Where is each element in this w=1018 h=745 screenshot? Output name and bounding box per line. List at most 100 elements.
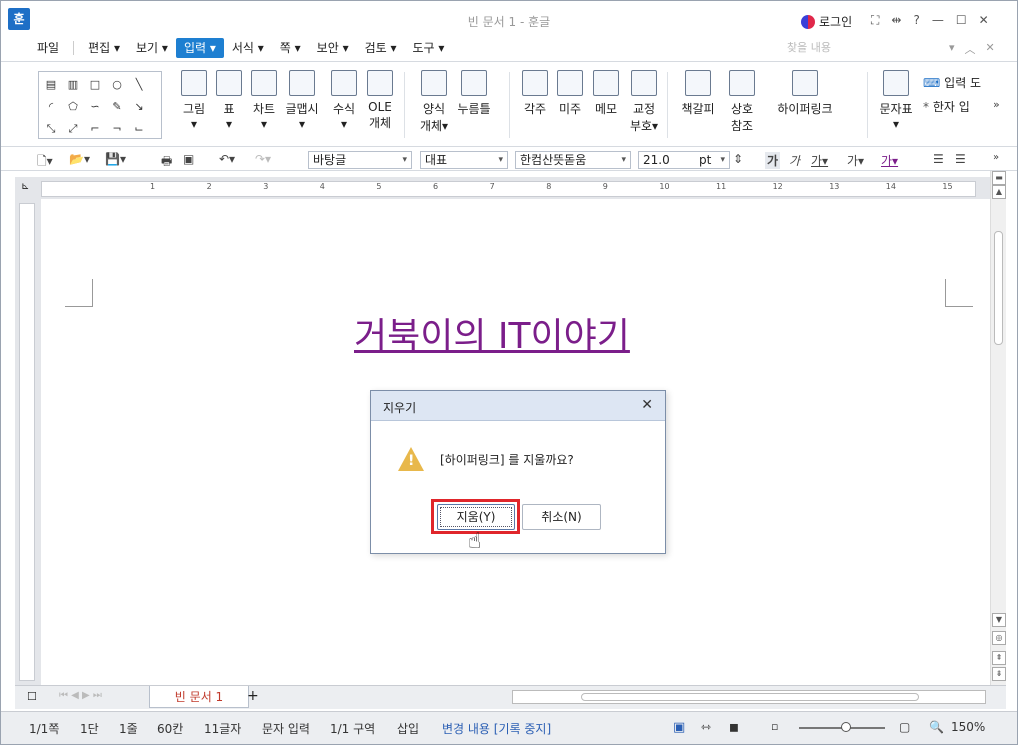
close-icon[interactable]: ✕ (641, 397, 653, 413)
zoom-out-icon[interactable]: ▫ (771, 720, 778, 733)
undo-icon[interactable]: ↶▾ (219, 152, 235, 166)
tab-list-icon[interactable]: ☐ (27, 690, 37, 703)
document-title-link[interactable]: 거북이의 IT이야기 (354, 307, 630, 359)
vertical-scrollbar[interactable]: ▬ ▲ ▼ ◎ ⇞ ⇟ (990, 171, 1006, 685)
zoom-in-icon[interactable]: ▢ (899, 720, 910, 734)
status-page[interactable]: 1/1쪽 (29, 720, 59, 737)
horizontal-scrollbar[interactable] (512, 690, 986, 704)
shape-gallery[interactable]: ▤ ▥ □ ○ ╲ ◜ ⬠ ∽ ✎ ↘ ⤡ ⤢ ⌐ ¬ ⌙ (38, 71, 162, 139)
menu-item-5[interactable]: 쪽 ▾ (272, 38, 309, 58)
polygon-icon[interactable]: ⬠ (63, 97, 83, 117)
full-view-icon[interactable]: ◼ (729, 720, 739, 734)
menu-item-4[interactable]: 서식 ▾ (224, 38, 272, 58)
toolbar-expand-icon[interactable]: » (993, 152, 999, 163)
arc-icon[interactable]: ◜ (41, 97, 61, 117)
font-color-icon[interactable]: 가▾ (881, 152, 898, 169)
ribbon-button-3[interactable]: 글맵시 ▾ (285, 70, 319, 131)
ribbon-button-12[interactable]: 책갈피 (681, 70, 715, 117)
menu-item-7[interactable]: 검토 ▾ (357, 38, 405, 58)
ribbon-button-7[interactable]: 누름틀 (457, 70, 491, 117)
align-justify-icon[interactable]: ☰ (933, 152, 944, 166)
resize-icon[interactable]: ⇹ (891, 13, 901, 28)
vertical-ruler[interactable] (15, 199, 41, 685)
minimize-icon[interactable]: — (932, 13, 944, 28)
chevron-up-icon[interactable]: ︿ (965, 41, 976, 57)
style-select[interactable]: 바탕글 (308, 151, 412, 169)
zoom-level[interactable]: 150% (951, 720, 985, 734)
size-stepper-icon[interactable]: ⇕ (733, 152, 743, 166)
scroll-thumb[interactable] (581, 693, 919, 701)
elbow-connector-icon[interactable]: ⌐ (85, 119, 105, 139)
menu-item-3[interactable]: 입력 ▾ (175, 38, 224, 58)
close-icon[interactable]: ✕ (986, 41, 995, 57)
menu-item-0[interactable]: 파일 (29, 38, 67, 58)
bold-icon[interactable]: 가 (765, 152, 781, 169)
ribbon-button-1[interactable]: 표 ▾ (212, 70, 246, 131)
ribbon-button-11[interactable]: 교정 부호▾ (627, 70, 661, 134)
status-insert[interactable]: 삽입 (397, 720, 419, 737)
line-icon[interactable]: ╲ (129, 75, 149, 95)
ribbon-button-4[interactable]: 수식 ▾ (327, 70, 361, 131)
ruler-corner-icon[interactable]: ⊾ (21, 181, 29, 192)
ribbon-button-10[interactable]: 메모 (589, 70, 623, 117)
menu-item-2[interactable]: 보기 ▾ (128, 38, 176, 58)
scroll-down-icon[interactable]: ▼ (992, 613, 1006, 627)
print-icon[interactable]: 🖶 (161, 152, 172, 173)
ribbon-button-2[interactable]: 차트 ▾ (247, 70, 281, 131)
next-page-icon[interactable]: ⇟ (992, 667, 1006, 681)
tab-blank-document[interactable]: 빈 문서 1 (149, 686, 249, 708)
rectangle-icon[interactable]: □ (85, 75, 105, 95)
menu-item-8[interactable]: 도구 ▾ (405, 38, 453, 58)
page-view-icon[interactable]: ▣ (673, 720, 685, 735)
underline-icon[interactable]: 가▾ (811, 152, 828, 169)
connector-icon[interactable]: ⤡ (41, 119, 61, 139)
align-left-icon[interactable]: ☰ (955, 152, 966, 166)
pen-icon[interactable]: ✎ (107, 97, 127, 117)
help-icon[interactable]: ? (913, 13, 919, 28)
font-size-select[interactable]: 21.0 pt (638, 151, 730, 169)
zoom-icon[interactable]: 🔍 (929, 720, 944, 734)
tab-nav-icons[interactable]: ⏮ ◀ ▶ ⏭ (59, 690, 102, 701)
ribbon-button-0[interactable]: 그림 ▾ (177, 70, 211, 131)
input-tool-button[interactable]: ⌨ 입력 도 (923, 74, 981, 91)
page-select-icon[interactable]: ◎ (992, 631, 1006, 645)
save-icon[interactable]: 💾▾ (105, 152, 126, 166)
ellipse-icon[interactable]: ○ (107, 75, 127, 95)
connector2-icon[interactable]: ⤢ (63, 119, 83, 139)
maximize-icon[interactable]: ☐ (956, 13, 967, 28)
font-select[interactable]: 한컴산뜻돋움 (515, 151, 631, 169)
ribbon-button-14[interactable]: 하이퍼링크 (773, 70, 837, 117)
zoom-slider[interactable] (799, 722, 885, 732)
new-document-icon[interactable]: 🗋▾ (37, 152, 53, 173)
elbow-connector2-icon[interactable]: ¬ (107, 119, 127, 139)
menu-item-1[interactable]: 편집 ▾ (80, 38, 128, 58)
ribbon-button-8[interactable]: 각주 (518, 70, 552, 117)
ribbon-button-13[interactable]: 상호 참조 (725, 70, 759, 134)
status-track-changes[interactable]: 변경 내용 [기록 중지] (442, 720, 551, 737)
width-view-icon[interactable]: ⇿ (701, 720, 711, 734)
ribbon-button-5[interactable]: OLE 개체 (363, 70, 397, 131)
arrow-line-icon[interactable]: ↘ (129, 97, 149, 117)
prev-page-icon[interactable]: ⇞ (992, 651, 1006, 665)
menu-item-6[interactable]: 보안 ▾ (309, 38, 357, 58)
cancel-button[interactable]: 취소(N) (522, 504, 601, 530)
fullscreen-icon[interactable]: ⛶ (871, 13, 879, 28)
strikethrough-icon[interactable]: 가▾ (847, 152, 864, 169)
add-tab-button[interactable]: + (247, 688, 259, 704)
horizontal-ruler[interactable]: 1 2 3 4 5 6 7 8 9 10 11 12 13 14 15 (41, 181, 976, 197)
scroll-split-icon[interactable]: ▬ (992, 171, 1006, 185)
scroll-up-icon[interactable]: ▲ (992, 185, 1006, 199)
language-group-select[interactable]: 대표 (420, 151, 508, 169)
login-button[interactable]: 로그인 (801, 13, 852, 30)
ribbon-expand-icon[interactable]: » (993, 98, 1000, 111)
curve-icon[interactable]: ∽ (85, 97, 105, 117)
ribbon-button-9[interactable]: 미주 (553, 70, 587, 117)
elbow-connector3-icon[interactable]: ⌙ (129, 119, 149, 139)
italic-icon[interactable]: 가 (789, 152, 800, 169)
redo-icon[interactable]: ↷▾ (255, 152, 271, 166)
close-icon[interactable]: ✕ (979, 13, 989, 28)
hanja-button[interactable]: * 한자 입 (923, 98, 970, 115)
find-input[interactable]: 찾을 내용 (783, 39, 963, 57)
ribbon-button-15[interactable]: 문자표 ▾ (879, 70, 913, 131)
vertical-text-icon[interactable]: ▥ (63, 75, 83, 95)
